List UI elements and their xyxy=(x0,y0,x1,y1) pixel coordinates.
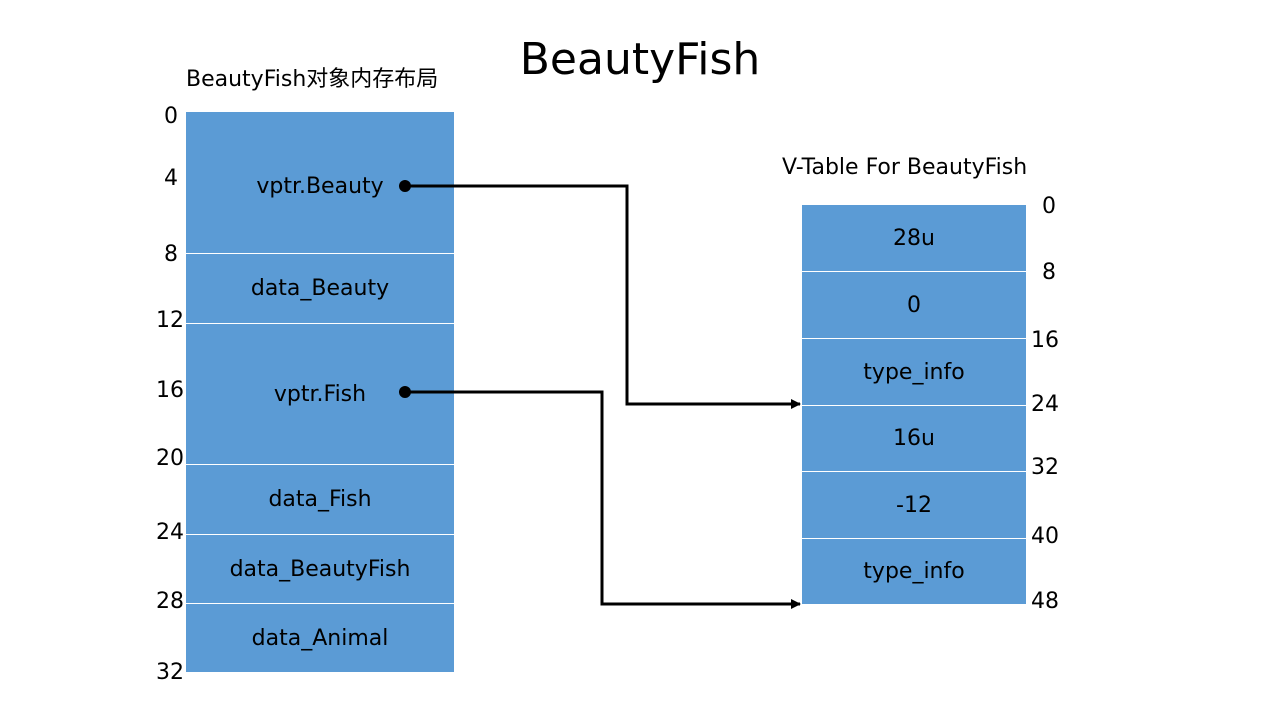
vptr-fish-arrow xyxy=(399,386,801,609)
vptr-beauty-arrow xyxy=(399,180,801,409)
slide: BeautyFish BeautyFish对象内存布局 vptr.Beauty … xyxy=(0,0,1280,720)
pointer-arrows xyxy=(399,180,801,609)
